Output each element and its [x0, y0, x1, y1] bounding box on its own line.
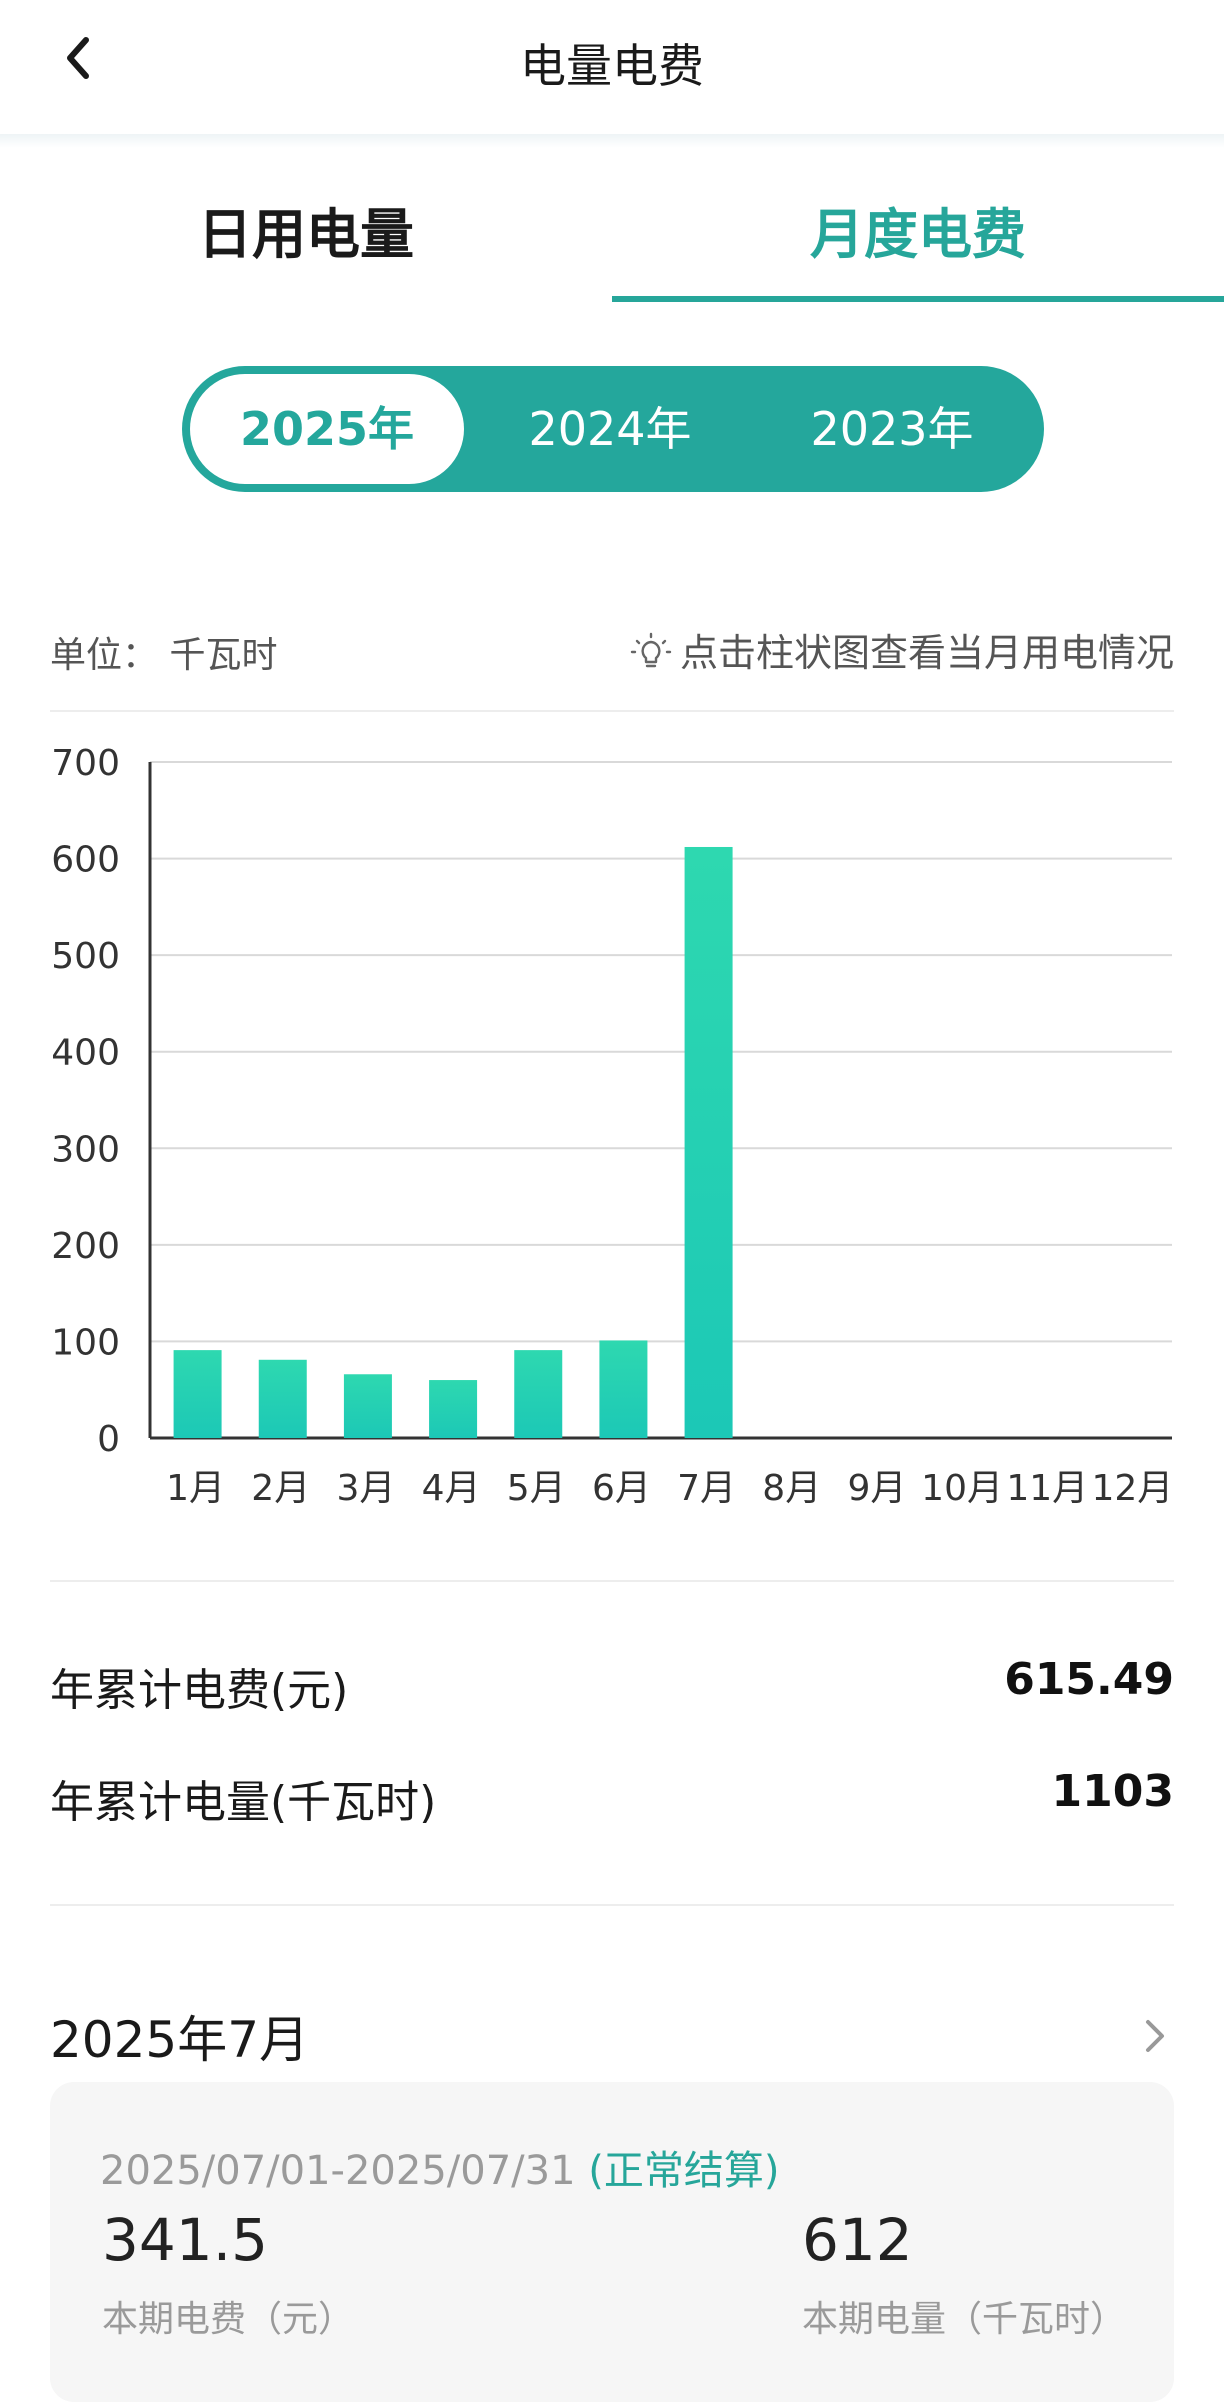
- chevron-right-icon[interactable]: [1140, 2016, 1170, 2056]
- year-option-2025[interactable]: 2025年: [190, 374, 464, 484]
- x-tick-label: 3月: [336, 1468, 395, 1509]
- x-tick-label: 12月: [1092, 1468, 1174, 1509]
- divider: [50, 710, 1174, 712]
- period-range: 2025/07/01-2025/07/31 (正常结算): [100, 2138, 779, 2196]
- year-option-2024[interactable]: 2024年: [474, 366, 746, 492]
- tab-daily-usage[interactable]: 日用电量: [0, 190, 612, 269]
- x-tick-label: 6月: [592, 1468, 651, 1509]
- bar-5[interactable]: [514, 1350, 563, 1438]
- settlement-status: (正常结算): [588, 2148, 780, 2194]
- period-card[interactable]: 2025/07/01-2025/07/31 (正常结算) 341.5 本期电费（…: [50, 2082, 1174, 2402]
- divider: [50, 1904, 1174, 1906]
- nav-bar: 电量电费: [0, 0, 1224, 134]
- year-selector: 2025年 2024年 2023年: [182, 366, 1044, 492]
- bar-7[interactable]: [684, 846, 733, 1438]
- y-tick-label: 400: [51, 1033, 120, 1074]
- x-tick-label: 9月: [847, 1468, 906, 1509]
- y-tick-label: 700: [51, 743, 120, 784]
- x-tick-label: 10月: [921, 1468, 1003, 1509]
- divider: [50, 1580, 1174, 1582]
- y-tick-label: 500: [51, 936, 120, 977]
- yearly-fee-value: 615.49: [1004, 1654, 1174, 1705]
- tab-monthly-fee[interactable]: 月度电费: [612, 190, 1224, 269]
- period-date-range: 2025/07/01-2025/07/31: [100, 2148, 576, 2194]
- x-tick-label: 11月: [1006, 1468, 1088, 1509]
- chart-hint-text: 点击柱状图查看当月用电情况: [679, 631, 1174, 675]
- period-title[interactable]: 2025年7月: [50, 2000, 309, 2072]
- bar-6[interactable]: [599, 1340, 648, 1438]
- period-kwh-label: 本期电量（千瓦时）: [802, 2299, 1127, 2340]
- y-tick-label: 300: [51, 1129, 120, 1170]
- x-tick-label: 7月: [677, 1468, 736, 1509]
- period-fee-label: 本期电费（元）: [102, 2299, 355, 2340]
- x-tick-label: 8月: [762, 1468, 821, 1509]
- x-tick-label: 4月: [422, 1468, 481, 1509]
- lightbulb-icon: [630, 632, 672, 668]
- y-tick-label: 600: [51, 840, 120, 881]
- period-fee-value: 341.5: [102, 2206, 269, 2274]
- yearly-fee-label: 年累计电费(元): [50, 1665, 349, 1716]
- yearly-kwh-label: 年累计电量(千瓦时): [50, 1777, 437, 1828]
- y-tick-label: 0: [97, 1419, 120, 1460]
- tab-active-indicator: [612, 296, 1224, 302]
- monthly-usage-chart: 0 100 200 300 400 500 600 700 1月 2月 3月 4月 5月 6月 7月 8月 9…: [51, 743, 1174, 1509]
- year-option-2023[interactable]: 2023年: [756, 366, 1028, 492]
- y-tick-label: 100: [51, 1322, 120, 1363]
- x-tick-label: 1月: [166, 1468, 225, 1509]
- chart-unit-label: 单位： 千瓦时: [50, 635, 278, 676]
- period-kwh-value: 612: [802, 2206, 913, 2274]
- y-tick-label: 200: [51, 1226, 120, 1267]
- page-title: 电量电费: [520, 39, 704, 93]
- x-tick-label: 5月: [507, 1468, 566, 1509]
- bar-1[interactable]: [173, 1350, 222, 1438]
- chart-hint: 点击柱状图查看当月用电情况: [630, 622, 1174, 677]
- nav-divider: [0, 134, 1224, 148]
- bar-3[interactable]: [343, 1374, 392, 1438]
- x-tick-label: 2月: [251, 1468, 310, 1509]
- bar-4[interactable]: [429, 1380, 478, 1438]
- yearly-kwh-value: 1103: [1051, 1766, 1174, 1817]
- bar-2[interactable]: [258, 1359, 307, 1438]
